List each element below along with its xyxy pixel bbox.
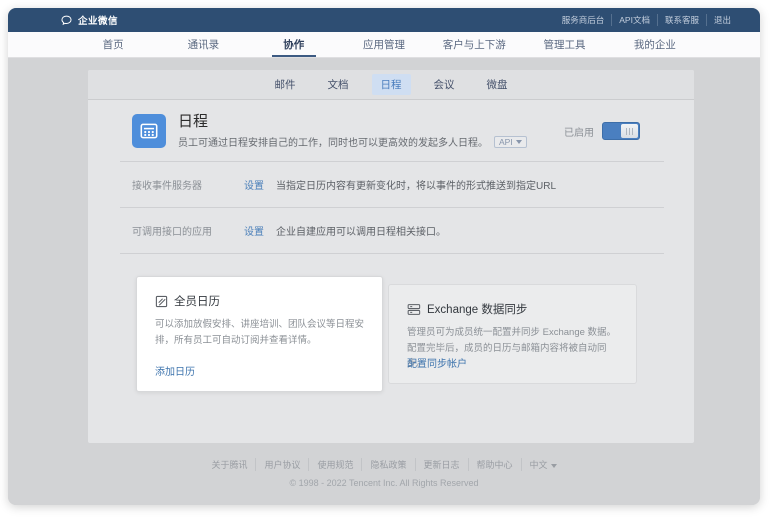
app-header: 日程 员工可通过日程安排自己的工作，同时也可以更高效的发起多人日程。 API 已… [88, 100, 694, 161]
setting-row-api-apps: 可调用接口的应用 设置 企业自建应用可以调用日程相关接口。 [88, 208, 694, 253]
topbar-link-contact-support[interactable]: 联系客服 [658, 14, 707, 26]
footer-language-selector[interactable]: 中文 [522, 458, 565, 471]
copyright-text: © 1998 - 2022 Tencent Inc. All Rights Re… [8, 478, 760, 488]
callback-server-settings-link[interactable]: 设置 [244, 177, 264, 192]
app-status: 已启用 [564, 122, 640, 140]
topbar-link-provider-console[interactable]: 服务商后台 [555, 14, 613, 26]
topbar: 企业微信 服务商后台 API文档 联系客服 退出 [8, 8, 760, 32]
footer-link-user-agreement[interactable]: 用户协议 [256, 458, 309, 471]
card-title: Exchange 数据同步 [427, 301, 527, 317]
topbar-link-api-docs[interactable]: API文档 [612, 14, 658, 26]
setting-label: 可调用接口的应用 [132, 223, 244, 238]
app-logo-label: 企业微信 [78, 13, 118, 27]
page-title: 日程 [178, 113, 527, 131]
app-meta: 日程 员工可通过日程安排自己的工作，同时也可以更高效的发起多人日程。 API [178, 113, 527, 149]
nav-item-customers[interactable]: 客户与上下游 [429, 32, 519, 57]
topbar-links: 服务商后台 API文档 联系客服 退出 [555, 14, 738, 26]
footer-link-help-center[interactable]: 帮助中心 [469, 458, 522, 471]
collaboration-panel: 邮件 文档 日程 会议 微盘 [88, 70, 694, 443]
app-logo[interactable]: 企业微信 [60, 13, 118, 27]
add-calendar-link[interactable]: 添加日历 [155, 363, 195, 378]
nav-item-admin-tools[interactable]: 管理工具 [519, 32, 609, 57]
nav-item-my-company[interactable]: 我的企业 [610, 32, 700, 57]
page-footer: 关于腾讯 用户协议 使用规范 隐私政策 更新日志 帮助中心 中文 © 1998 … [8, 455, 760, 488]
exchange-sync-icon [407, 303, 421, 316]
setting-row-callback-server: 接收事件服务器 设置 当指定日历内容有更新变化时，将以事件的形式推送到指定URL [88, 162, 694, 207]
primary-nav: 首页 通讯录 协作 应用管理 客户与上下游 管理工具 我的企业 [8, 32, 760, 58]
card-title-row: 全员日历 [155, 293, 364, 309]
caret-down-icon [516, 140, 522, 144]
footer-link-privacy-policy[interactable]: 隐私政策 [362, 458, 415, 471]
nav-item-contacts[interactable]: 通讯录 [158, 32, 248, 57]
footer-link-usage-rules[interactable]: 使用规范 [309, 458, 362, 471]
setting-label: 接收事件服务器 [132, 177, 244, 192]
footer-link-about[interactable]: 关于腾讯 [203, 458, 256, 471]
api-badge-label: API [499, 137, 513, 147]
nav-item-app-management[interactable]: 应用管理 [339, 32, 429, 57]
card-exchange-sync: Exchange 数据同步 管理员可为成员统一配置并同步 Exchange 数据… [388, 284, 637, 384]
enabled-toggle[interactable] [602, 122, 640, 140]
tab-meeting[interactable]: 会议 [425, 74, 464, 95]
browser-window: 企业微信 服务商后台 API文档 联系客服 退出 首页 通讯录 协作 应用管理 … [8, 8, 760, 505]
toggle-knob [621, 124, 638, 138]
caret-down-icon [551, 464, 557, 468]
footer-language-label: 中文 [530, 460, 548, 470]
tab-drive[interactable]: 微盘 [478, 74, 517, 95]
card-company-calendar: 全员日历 可以添加放假安排、讲座培训、团队会议等日程安排，所有员工可自动订阅并查… [136, 276, 383, 392]
setting-description: 企业自建应用可以调用日程相关接口。 [276, 223, 446, 238]
nav-item-collaboration[interactable]: 协作 [249, 32, 339, 57]
status-label: 已启用 [564, 124, 594, 139]
card-title-row: Exchange 数据同步 [407, 301, 618, 317]
divider [120, 253, 664, 254]
setting-description: 当指定日历内容有更新变化时，将以事件的形式推送到指定URL [276, 177, 556, 192]
chat-bubble-icon [60, 14, 73, 27]
shared-calendar-icon [155, 295, 168, 308]
content-area: 邮件 文档 日程 会议 微盘 [8, 59, 760, 505]
card-description: 可以添加放假安排、讲座培训、团队会议等日程安排，所有员工可自动订阅并查看详情。 [155, 317, 364, 348]
topbar-link-logout[interactable]: 退出 [707, 14, 738, 26]
sub-tabstrip: 邮件 文档 日程 会议 微盘 [88, 70, 694, 100]
nav-item-home[interactable]: 首页 [68, 32, 158, 57]
tab-calendar[interactable]: 日程 [372, 74, 411, 95]
api-apps-settings-link[interactable]: 设置 [244, 223, 264, 238]
footer-links: 关于腾讯 用户协议 使用规范 隐私政策 更新日志 帮助中心 中文 [203, 458, 564, 471]
configure-sync-account-link[interactable]: 配置同步帐户 [407, 355, 467, 370]
tab-mail[interactable]: 邮件 [266, 74, 305, 95]
app-description: 员工可通过日程安排自己的工作，同时也可以更高效的发起多人日程。 [178, 134, 488, 149]
card-title: 全员日历 [174, 293, 220, 309]
calendar-app-icon [132, 114, 166, 148]
api-badge-button[interactable]: API [494, 136, 527, 148]
footer-link-changelog[interactable]: 更新日志 [416, 458, 469, 471]
tab-docs[interactable]: 文档 [319, 74, 358, 95]
